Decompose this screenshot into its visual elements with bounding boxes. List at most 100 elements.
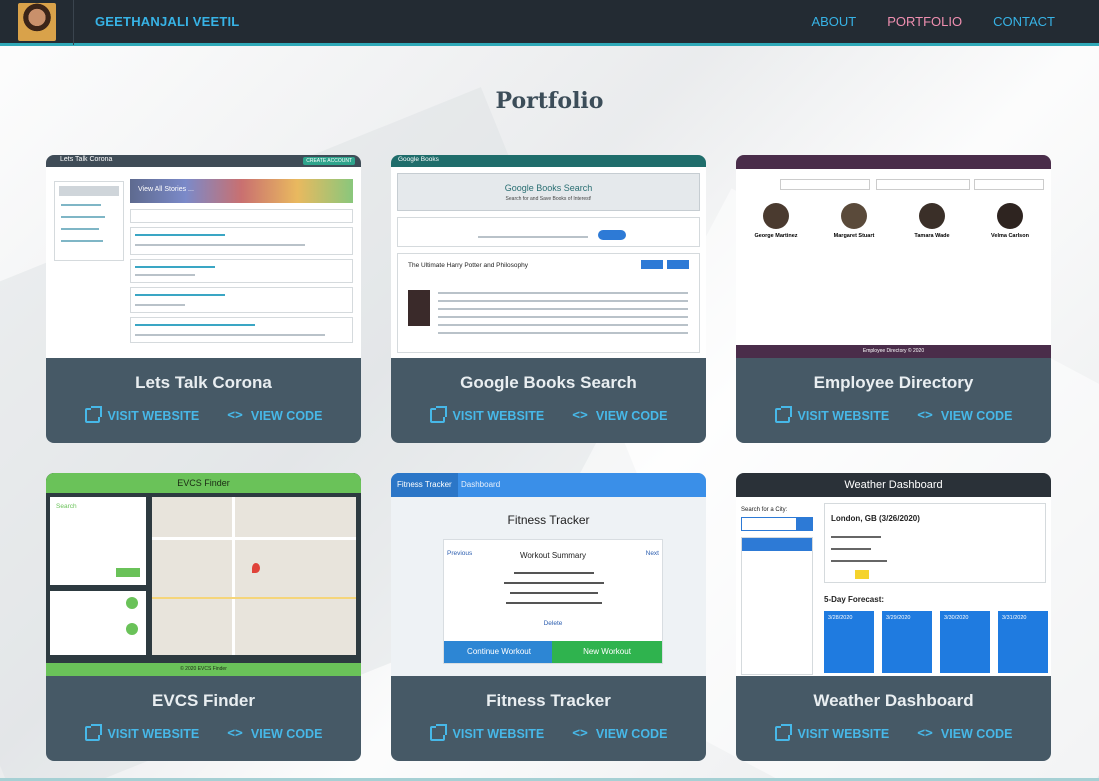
view-code-link[interactable]: <> VIEW CODE xyxy=(227,726,322,741)
visit-website-link[interactable]: VISIT WEBSITE xyxy=(84,406,200,423)
thumb-delete: Delete xyxy=(543,620,563,627)
project-screenshot[interactable]: EVCS Finder Search © 2020 EVCS Finder xyxy=(46,473,361,676)
thumb-heading: Google Books Search xyxy=(504,183,593,193)
card-title: Fitness Tracker xyxy=(486,691,611,710)
view-code-link[interactable]: <> VIEW CODE xyxy=(572,726,667,741)
external-link-icon xyxy=(774,724,792,741)
code-icon: <> xyxy=(227,726,243,741)
thumb-search-panel: Search xyxy=(50,497,146,585)
thumb-map xyxy=(152,497,356,655)
thumb-footer-text: © 2020 EVCS Finder xyxy=(180,666,227,672)
card-links: VISIT WEBSITE <> VIEW CODE xyxy=(46,406,361,423)
thumb-summary-title: Workout Summary xyxy=(519,551,587,560)
thumb-employee: Velma Carlson xyxy=(976,199,1044,334)
thumb-sidebar xyxy=(54,181,124,261)
navbar: GEETHANJALI VEETIL ABOUT PORTFOLIO CONTA… xyxy=(0,0,1099,46)
thumb-footer: © 2020 EVCS Finder xyxy=(46,663,361,676)
employee-name: Tamara Wade xyxy=(914,233,950,239)
thumb-jumbotron: Google Books Search Search for and Save … xyxy=(397,173,700,211)
thumb-header xyxy=(736,155,1051,169)
thumb-heading: Fitness Tracker xyxy=(507,513,590,527)
thumb-story xyxy=(130,209,353,223)
visit-website-label: VISIT WEBSITE xyxy=(452,726,545,741)
project-card-fitness-tracker: Fitness Tracker Dashboard Fitness Tracke… xyxy=(391,473,706,761)
thumb-summary-card: Previous Next Workout Summary Delete Con… xyxy=(443,539,663,664)
nav-link-contact[interactable]: CONTACT xyxy=(993,14,1055,29)
thumb-search-box xyxy=(397,217,700,247)
project-screenshot[interactable]: George Martinez Margaret Stuart Tamara W… xyxy=(736,155,1051,358)
visit-website-link[interactable]: VISIT WEBSITE xyxy=(774,724,890,741)
view-code-link[interactable]: <> VIEW CODE xyxy=(572,408,667,423)
thumb-header-text: Weather Dashboard xyxy=(844,479,943,491)
thumb-subheading: Search for and Save Books of Interest! xyxy=(505,196,592,202)
thumb-header: Lets Talk Corona CREATE ACCOUNT xyxy=(46,155,361,167)
visit-website-label: VISIT WEBSITE xyxy=(452,408,545,423)
thumb-tab-active: Fitness Tracker xyxy=(391,473,458,497)
card-links: VISIT WEBSITE <> VIEW CODE xyxy=(391,406,706,423)
employee-name: George Martinez xyxy=(754,233,798,239)
thumb-header-text: Google Books xyxy=(398,156,439,163)
project-card-google-books-search: Google Books Google Books Search Search … xyxy=(391,155,706,443)
external-link-icon xyxy=(429,406,447,423)
nav-link-portfolio[interactable]: PORTFOLIO xyxy=(887,14,962,29)
avatar-container[interactable] xyxy=(0,0,74,45)
thumb-story xyxy=(130,259,353,283)
thumb-forecast-day: 3/29/2020 xyxy=(882,611,932,673)
avatar[interactable] xyxy=(17,2,56,41)
project-card-lets-talk-corona: Lets Talk Corona CREATE ACCOUNT View All… xyxy=(46,155,361,443)
forecast-date: 3/31/2020 xyxy=(1002,615,1027,621)
thumb-story xyxy=(130,317,353,343)
thumb-story xyxy=(130,287,353,313)
view-code-label: VIEW CODE xyxy=(595,408,668,423)
card-title: Google Books Search xyxy=(460,373,637,392)
project-screenshot[interactable]: Fitness Tracker Dashboard Fitness Tracke… xyxy=(391,473,706,676)
thumb-city: London, GB (3/26/2020) xyxy=(831,514,920,523)
code-icon: <> xyxy=(227,408,243,423)
visit-website-label: VISIT WEBSITE xyxy=(797,408,890,423)
view-code-label: VIEW CODE xyxy=(940,726,1013,741)
thumb-header-text: Lets Talk Corona xyxy=(60,156,113,163)
code-icon: <> xyxy=(917,726,933,741)
thumb-city-list xyxy=(741,537,813,675)
project-card-employee-directory: George Martinez Margaret Stuart Tamara W… xyxy=(736,155,1051,443)
visit-website-link[interactable]: VISIT WEBSITE xyxy=(774,406,890,423)
project-screenshot[interactable]: Google Books Google Books Search Search … xyxy=(391,155,706,358)
thumb-forecast-day: 3/31/2020 xyxy=(998,611,1048,673)
forecast-date: 3/28/2020 xyxy=(828,615,853,621)
thumb-header: Fitness Tracker Dashboard xyxy=(391,473,706,497)
thumb-new-button: New Workout xyxy=(552,641,662,663)
visit-website-label: VISIT WEBSITE xyxy=(797,726,890,741)
thumb-current-weather: London, GB (3/26/2020) xyxy=(824,503,1046,583)
external-link-icon xyxy=(84,406,102,423)
external-link-icon xyxy=(774,406,792,423)
visit-website-link[interactable]: VISIT WEBSITE xyxy=(84,724,200,741)
page-title: Portfolio xyxy=(495,88,604,114)
view-code-link[interactable]: <> VIEW CODE xyxy=(227,408,322,423)
nav-link-about[interactable]: ABOUT xyxy=(811,14,856,29)
project-card-evcs-finder: EVCS Finder Search © 2020 EVCS Finder EV… xyxy=(46,473,361,761)
thumb-tab: Dashboard xyxy=(461,480,501,489)
card-title: Lets Talk Corona xyxy=(135,373,272,392)
card-links: VISIT WEBSITE <> VIEW CODE xyxy=(46,724,361,741)
view-code-link[interactable]: <> VIEW CODE xyxy=(917,408,1012,423)
visit-website-label: VISIT WEBSITE xyxy=(107,408,200,423)
thumb-header-text: EVCS Finder xyxy=(177,478,230,488)
visit-website-label: VISIT WEBSITE xyxy=(107,726,200,741)
view-code-label: VIEW CODE xyxy=(250,726,323,741)
project-screenshot[interactable]: Weather Dashboard Search for a City: Lon… xyxy=(736,473,1051,676)
project-screenshot[interactable]: Lets Talk Corona CREATE ACCOUNT View All… xyxy=(46,155,361,358)
thumb-search-label: Search for a City: xyxy=(741,507,788,513)
visit-website-link[interactable]: VISIT WEBSITE xyxy=(429,724,545,741)
thumb-footer-text: Employee Directory © 2020 xyxy=(862,348,925,354)
brand-name[interactable]: GEETHANJALI VEETIL xyxy=(95,14,239,29)
thumb-button: CREATE ACCOUNT xyxy=(303,157,355,165)
thumb-continue-button: Continue Workout xyxy=(444,641,554,663)
visit-website-link[interactable]: VISIT WEBSITE xyxy=(429,406,545,423)
card-links: VISIT WEBSITE <> VIEW CODE xyxy=(391,724,706,741)
thumb-employee: George Martinez xyxy=(742,199,810,334)
view-code-label: VIEW CODE xyxy=(250,408,323,423)
view-code-link[interactable]: <> VIEW CODE xyxy=(917,726,1012,741)
card-title: EVCS Finder xyxy=(152,691,255,710)
thumb-header: Google Books xyxy=(391,155,706,167)
external-link-icon xyxy=(84,724,102,741)
